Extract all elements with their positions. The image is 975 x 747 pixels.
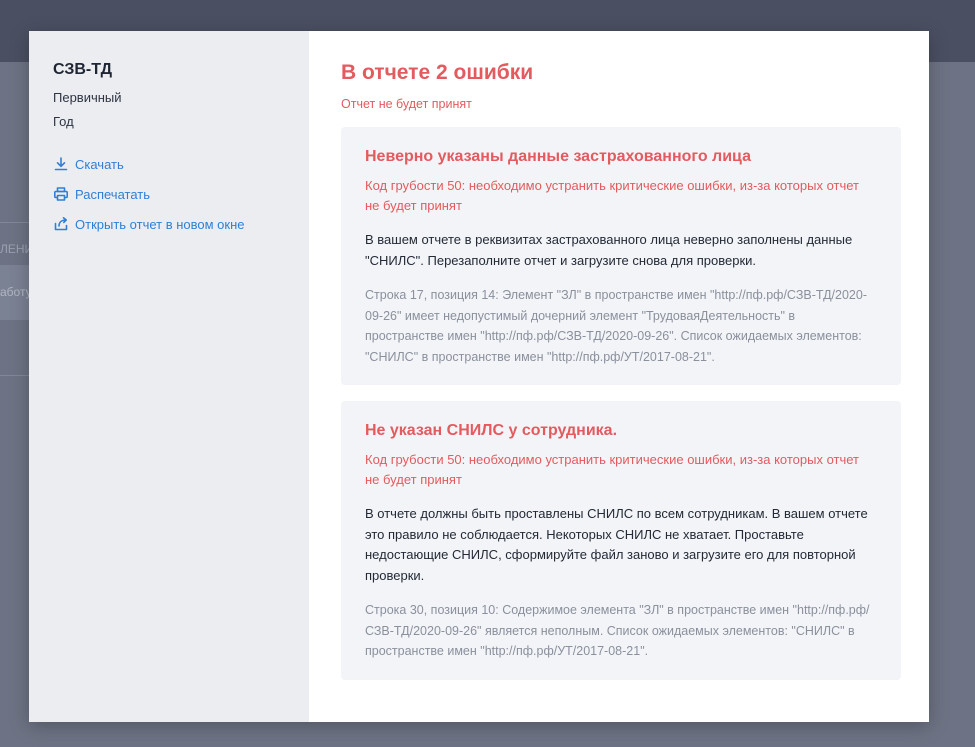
- error-technical-details: Строка 17, позиция 14: Элемент "ЗЛ" в пр…: [365, 288, 868, 364]
- print-label: Распечатать: [75, 186, 151, 202]
- download-label: Скачать: [75, 156, 124, 172]
- error-severity: Код грубости 50: необходимо устранить кр…: [365, 452, 860, 487]
- report-status-text: Отчет не будет принят: [341, 97, 472, 111]
- error-description: В вашем отчете в реквизитах застрахованн…: [365, 232, 853, 268]
- error-severity: Код грубости 50: необходимо устранить кр…: [365, 178, 860, 213]
- download-icon: [53, 156, 69, 172]
- error-report-modal: СЗВ-ТД Первичный Год Скачать Распечатать…: [29, 31, 929, 722]
- background-partial-label: аботу: [0, 285, 29, 299]
- open-new-window-label: Открыть отчет в новом окне: [75, 216, 245, 232]
- error-title: Не указан СНИЛС у сотрудника.: [365, 422, 618, 439]
- error-card: Неверно указаны данные застрахованного л…: [341, 127, 901, 385]
- background-partial-label: ЛЕНИ: [0, 242, 29, 256]
- open-new-window-button[interactable]: Открыть отчет в новом окне: [53, 215, 285, 233]
- print-button[interactable]: Распечатать: [53, 185, 285, 203]
- download-button[interactable]: Скачать: [53, 155, 285, 173]
- report-type-title: СЗВ-ТД: [53, 61, 113, 78]
- external-link-icon: [53, 216, 69, 232]
- error-card: Не указан СНИЛС у сотрудника. Код грубос…: [341, 401, 901, 680]
- errors-count-title: В отчете 2 ошибки: [341, 61, 534, 84]
- printer-icon: [53, 186, 69, 202]
- error-title: Неверно указаны данные застрахованного л…: [365, 148, 751, 165]
- report-sidebar: СЗВ-ТД Первичный Год Скачать Распечатать…: [29, 31, 309, 722]
- error-technical-details: Строка 30, позиция 10: Содержимое элемен…: [365, 603, 870, 658]
- report-kind: Первичный: [53, 90, 122, 105]
- error-description: В отчете должны быть проставлены СНИЛС п…: [365, 506, 868, 583]
- report-actions: Скачать Распечатать Открыть отчет в ново…: [53, 155, 285, 233]
- report-period: Год: [53, 114, 74, 129]
- errors-panel: В отчете 2 ошибки Отчет не будет принят …: [309, 31, 929, 722]
